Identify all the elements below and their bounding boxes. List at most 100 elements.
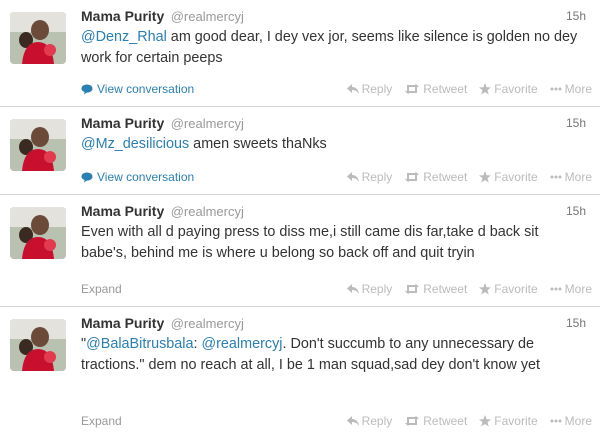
reply-button[interactable]: Reply	[346, 412, 393, 430]
tweet-footer: View conversation Reply Retweet Favorite	[81, 80, 592, 98]
tweet-footer: Expand Reply Retweet Favorite More	[81, 280, 592, 298]
view-conversation-link[interactable]: View conversation	[81, 80, 194, 98]
more-dots-icon	[550, 87, 562, 91]
retweet-button[interactable]: Retweet	[404, 80, 467, 98]
tweet-actions: Reply Retweet Favorite More	[346, 412, 592, 430]
mention-link[interactable]: @Denz_Rhal	[81, 29, 167, 45]
retweet-button[interactable]: Retweet	[404, 412, 467, 430]
favorite-button[interactable]: Favorite	[479, 412, 538, 430]
favorite-label: Favorite	[494, 282, 538, 296]
tweet[interactable]: Mama Purity @realmercyj 15h Even with al…	[0, 195, 600, 307]
tweet[interactable]: Mama Purity @realmercyj 15h @Denz_Rhal a…	[0, 0, 600, 107]
retweet-icon	[405, 416, 420, 426]
tweet-actions: Reply Retweet Favorite More	[346, 80, 592, 98]
mention-link[interactable]: @realmercyj	[202, 336, 283, 352]
more-label: More	[564, 414, 592, 428]
username[interactable]: @realmercyj	[171, 204, 244, 219]
tweet-content: Mama Purity @realmercyj 15h Even with al…	[81, 201, 592, 306]
reply-button[interactable]: Reply	[346, 168, 393, 186]
more-button[interactable]: More	[550, 280, 592, 298]
tweet-header: Mama Purity @realmercyj 15h	[81, 201, 592, 221]
reply-icon	[346, 84, 359, 94]
reply-button[interactable]: Reply	[346, 280, 393, 298]
favorite-button[interactable]: Favorite	[479, 168, 538, 186]
reply-label: Reply	[361, 170, 393, 184]
star-icon	[479, 415, 492, 427]
reply-icon	[346, 284, 359, 294]
more-button[interactable]: More	[550, 168, 592, 186]
mention-link[interactable]: @BalaBitrusbala	[86, 336, 193, 352]
fullname[interactable]: Mama Purity	[81, 8, 164, 24]
reply-button[interactable]: Reply	[346, 80, 393, 98]
more-dots-icon	[550, 287, 562, 291]
favorite-label: Favorite	[494, 82, 538, 96]
tweet-actions: Reply Retweet Favorite More	[346, 168, 592, 186]
tweet-timeline: Mama Purity @realmercyj 15h @Denz_Rhal a…	[0, 0, 600, 438]
retweet-label: Retweet	[423, 282, 468, 296]
tweet-text: @Mz_desilicious amen sweets thaNks	[81, 134, 586, 155]
avatar[interactable]	[10, 119, 66, 171]
username[interactable]: @realmercyj	[171, 316, 244, 331]
view-conversation-label: View conversation	[97, 170, 195, 184]
more-button[interactable]: More	[550, 412, 592, 430]
favorite-button[interactable]: Favorite	[479, 80, 538, 98]
retweet-icon	[405, 284, 420, 294]
more-label: More	[564, 170, 592, 184]
reply-icon	[346, 172, 359, 182]
fullname[interactable]: Mama Purity	[81, 115, 164, 131]
reply-label: Reply	[361, 414, 393, 428]
avatar[interactable]	[10, 207, 66, 259]
tweet-header: Mama Purity @realmercyj 15h	[81, 6, 592, 26]
tweet[interactable]: Mama Purity @realmercyj 15h "@BalaBitrus…	[0, 307, 600, 438]
favorite-button[interactable]: Favorite	[479, 280, 538, 298]
tweet-content: Mama Purity @realmercyj 15h @Mz_desilici…	[81, 113, 592, 194]
speech-bubble-icon	[81, 84, 93, 94]
more-label: More	[564, 82, 592, 96]
fullname[interactable]: Mama Purity	[81, 203, 164, 219]
username[interactable]: @realmercyj	[171, 116, 244, 131]
tweet-header: Mama Purity @realmercyj 15h	[81, 113, 592, 133]
timestamp[interactable]: 15h	[566, 313, 586, 333]
tweet-actions: Reply Retweet Favorite More	[346, 280, 592, 298]
view-conversation-label: View conversation	[97, 82, 195, 96]
more-button[interactable]: More	[550, 80, 592, 98]
favorite-label: Favorite	[494, 414, 538, 428]
tweet-text: @Denz_Rhal am good dear, I dey vex jor, …	[81, 27, 586, 69]
separator: :	[193, 336, 202, 352]
more-dots-icon	[550, 419, 562, 423]
tweet-header: Mama Purity @realmercyj 15h	[81, 313, 592, 333]
tweet-text: Even with all d paying press to diss me,…	[81, 224, 539, 261]
star-icon	[479, 283, 492, 295]
avatar[interactable]	[10, 319, 66, 371]
tweet[interactable]: Mama Purity @realmercyj 15h @Mz_desilici…	[0, 107, 600, 195]
expand-link[interactable]: Expand	[81, 282, 122, 296]
reply-label: Reply	[361, 82, 393, 96]
retweet-icon	[405, 172, 420, 182]
tweet-content: Mama Purity @realmercyj 15h "@BalaBitrus…	[81, 313, 592, 438]
avatar[interactable]	[10, 12, 66, 64]
mention-link[interactable]: @Mz_desilicious	[81, 136, 189, 152]
expand-link[interactable]: Expand	[81, 414, 122, 428]
tweet-text: "@BalaBitrusbala: @realmercyj. Don't suc…	[81, 334, 586, 376]
timestamp[interactable]: 15h	[566, 6, 586, 26]
retweet-label: Retweet	[423, 82, 468, 96]
retweet-button[interactable]: Retweet	[404, 280, 467, 298]
view-conversation-link[interactable]: View conversation	[81, 168, 194, 186]
star-icon	[479, 83, 492, 95]
retweet-label: Retweet	[423, 170, 468, 184]
fullname[interactable]: Mama Purity	[81, 315, 164, 331]
tweet-footer: Expand Reply Retweet Favorite More	[81, 412, 592, 430]
star-icon	[479, 171, 492, 183]
retweet-button[interactable]: Retweet	[404, 168, 467, 186]
retweet-label: Retweet	[423, 414, 468, 428]
reply-icon	[346, 416, 359, 426]
retweet-icon	[405, 84, 420, 94]
favorite-label: Favorite	[494, 170, 538, 184]
username[interactable]: @realmercyj	[171, 9, 244, 24]
timestamp[interactable]: 15h	[566, 201, 586, 221]
reply-label: Reply	[361, 282, 393, 296]
speech-bubble-icon	[81, 172, 93, 182]
timestamp[interactable]: 15h	[566, 113, 586, 133]
tweet-body: amen sweets thaNks	[189, 136, 327, 152]
more-dots-icon	[550, 175, 562, 179]
